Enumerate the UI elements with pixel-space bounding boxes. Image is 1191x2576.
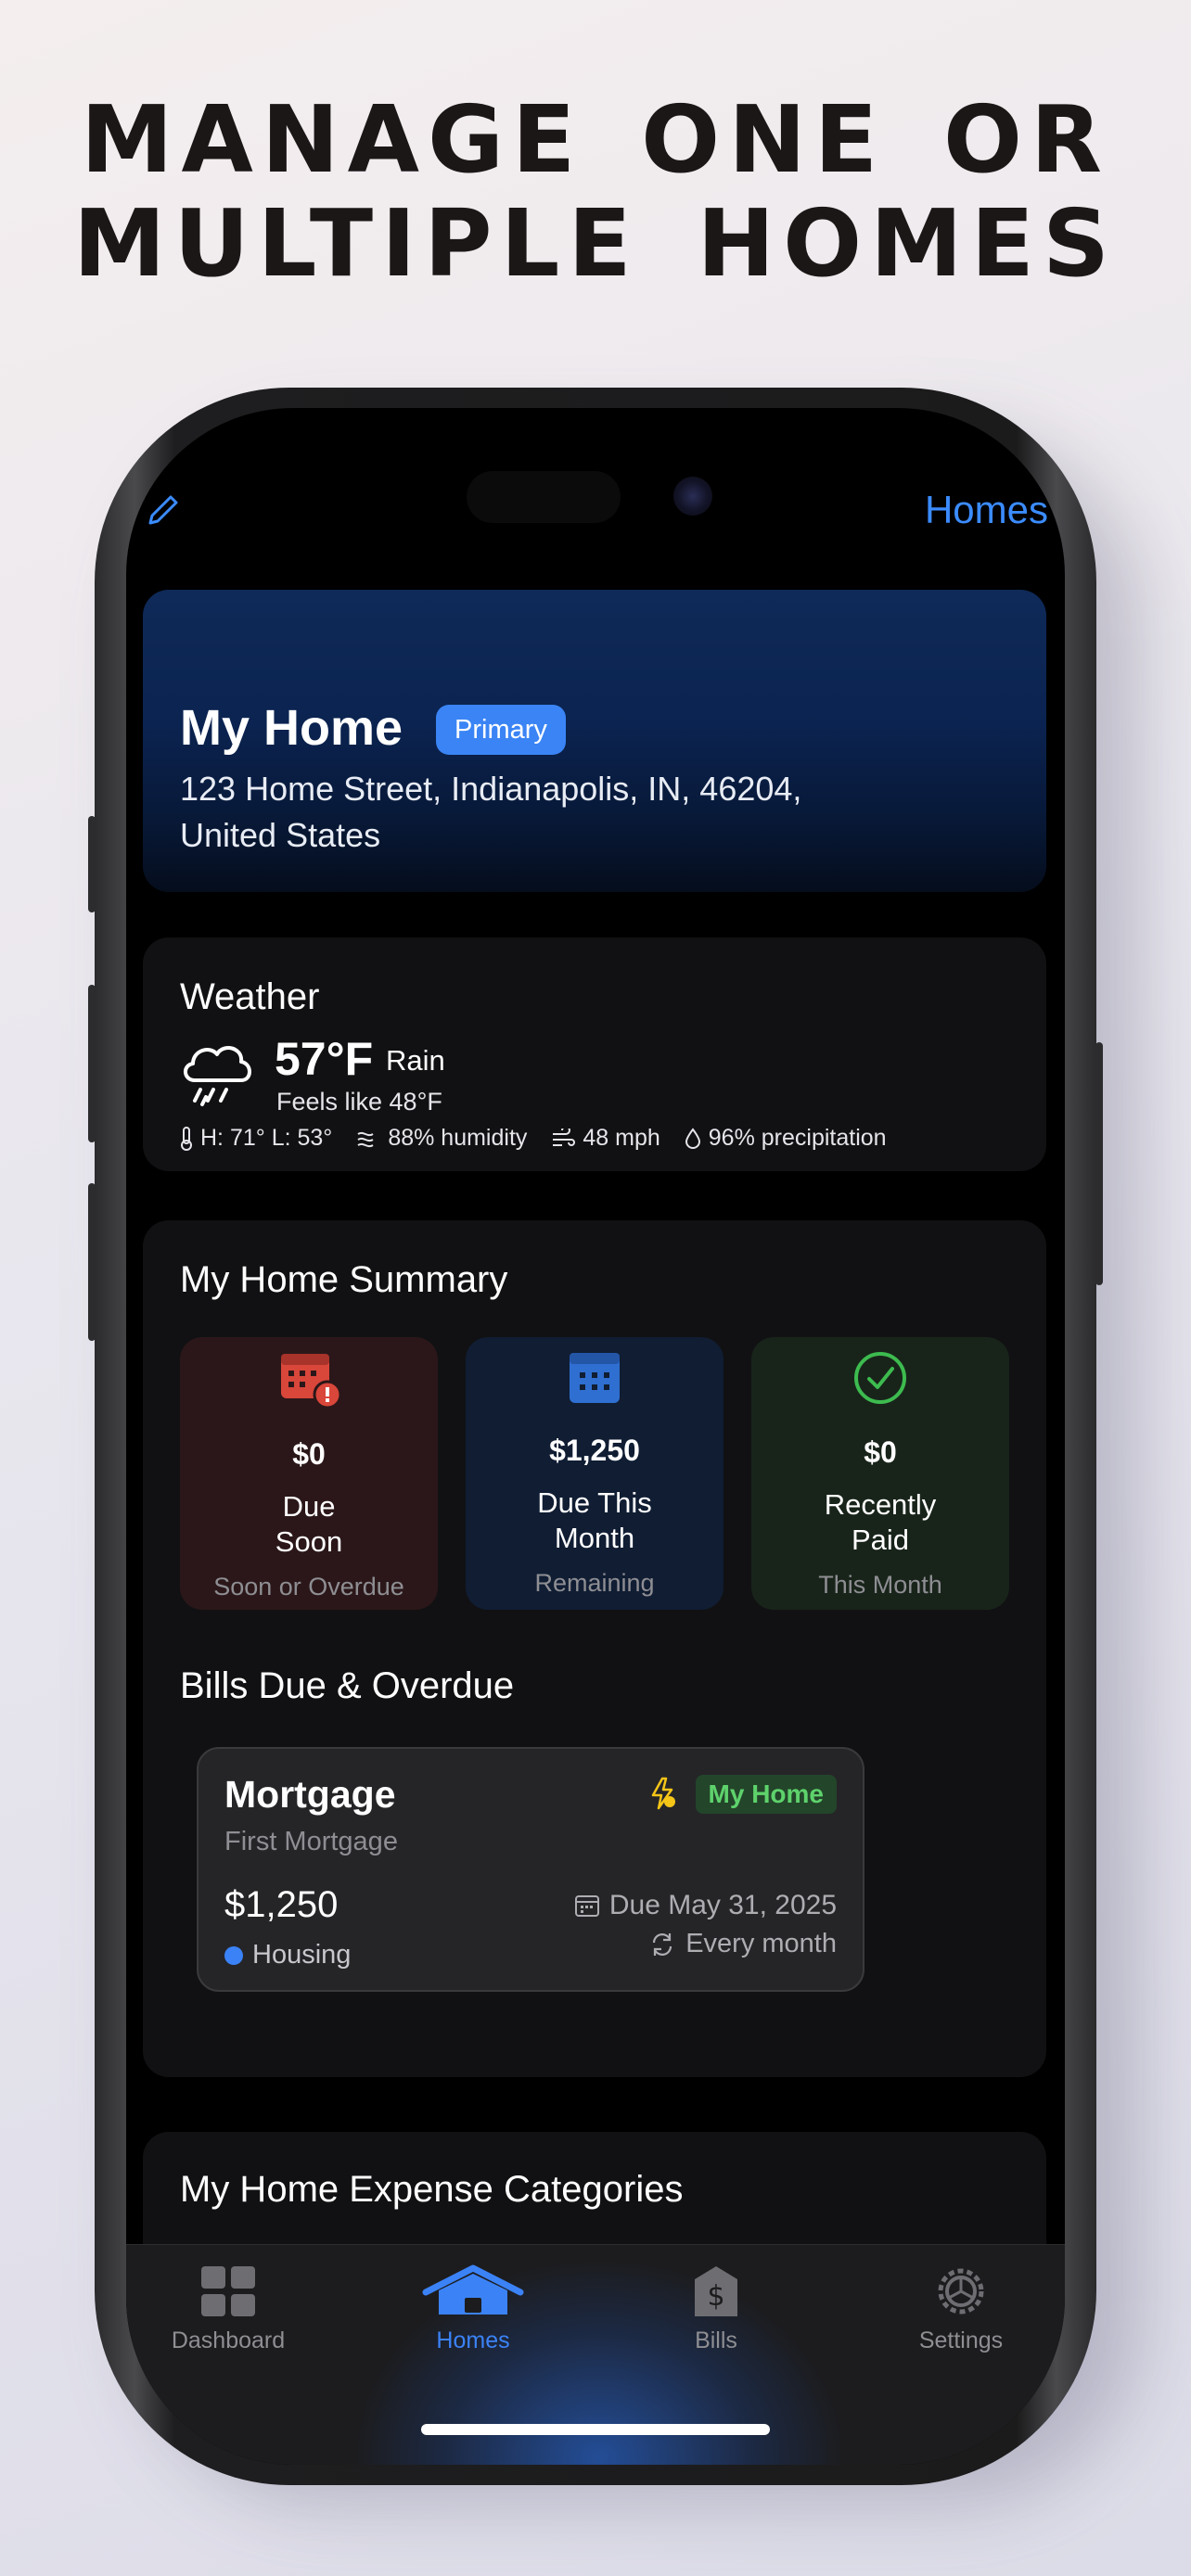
- autopay-bolt-icon: [651, 1777, 675, 1810]
- dynamic-island: [467, 471, 621, 523]
- tab-dashboard[interactable]: Dashboard: [135, 2264, 321, 2354]
- wind-icon: [553, 1128, 576, 1146]
- calendar-small-icon: [574, 1895, 599, 1917]
- recently-paid-tile[interactable]: $0 Recently Paid This Month: [751, 1337, 1009, 1610]
- weather-stats: H: 71° L: 53° 88% humidity 48 mph 96% pr…: [180, 1125, 911, 1152]
- bill-repeat: Every month: [648, 1929, 837, 1959]
- headline-line-2: MULTIPLE HOMES: [73, 189, 1118, 298]
- bill-home-tag: My Home: [695, 1775, 837, 1814]
- headline-line-1: MANAGE ONE OR: [80, 85, 1111, 194]
- due-this-month-label-2: Month: [554, 1522, 635, 1554]
- primary-badge: Primary: [436, 705, 566, 755]
- home-indicator[interactable]: [421, 2424, 770, 2435]
- bill-due-date: Due May 31, 2025: [574, 1890, 837, 1921]
- thermometer-icon: [181, 1126, 192, 1151]
- calendar-alert-icon: [281, 1354, 342, 1409]
- home-header-card[interactable]: My Home Primary 123 Home Street, Indiana…: [143, 590, 1046, 892]
- rain-cloud-icon: [184, 1046, 251, 1106]
- due-soon-tile[interactable]: $0 Due Soon Soon or Overdue: [180, 1337, 438, 1610]
- weather-hi-lo: H: 71° L: 53°: [180, 1125, 332, 1152]
- bank-icon: $: [695, 2266, 737, 2316]
- drop-icon: [685, 1127, 700, 1149]
- bill-category: Housing: [224, 1940, 351, 1970]
- tab-settings[interactable]: Settings: [868, 2264, 1054, 2354]
- due-soon-sub: Soon or Overdue: [213, 1573, 404, 1600]
- phone-screen: Homes My Home Primary 123 Home Street, I…: [126, 408, 1065, 2465]
- gear-icon: [938, 2268, 984, 2315]
- weather-temperature: 57°F: [275, 1033, 374, 1085]
- humidity-text: 88% humidity: [388, 1125, 528, 1151]
- due-this-month-label-1: Due This: [537, 1486, 652, 1519]
- bills-due-title: Bills Due & Overdue: [180, 1665, 515, 1706]
- tab-settings-label: Settings: [918, 2327, 1004, 2353]
- volume-up-button: [88, 985, 96, 1142]
- house-icon: [422, 2264, 524, 2315]
- homes-link[interactable]: Homes: [925, 488, 1048, 532]
- bill-repeat-text: Every month: [685, 1929, 837, 1958]
- weather-wind: 48 mph: [551, 1125, 660, 1152]
- bill-amount: $1,250: [224, 1884, 339, 1925]
- recently-paid-sub: This Month: [818, 1571, 942, 1599]
- volume-down-button: [88, 1183, 96, 1341]
- calendar-icon: [570, 1353, 620, 1403]
- bill-name: Mortgage: [224, 1773, 396, 1816]
- home-summary-card: My Home Summary $0 Due Soon Soon or Over…: [143, 1220, 1046, 2077]
- due-soon-label-2: Soon: [275, 1525, 343, 1558]
- weather-card: Weather 57°F Rain Feels like 48°F H: 71°…: [143, 937, 1046, 1171]
- weather-precipitation: 96% precipitation: [685, 1125, 887, 1152]
- weather-feels-like: Feels like 48°F: [276, 1088, 442, 1116]
- precipitation-text: 96% precipitation: [708, 1125, 887, 1151]
- repeat-icon: [653, 1932, 672, 1956]
- marketing-headline: MANAGE ONE OR MULTIPLE HOMES: [0, 88, 1191, 296]
- summary-title: My Home Summary: [180, 1259, 508, 1300]
- home-address: 123 Home Street, Indianapolis, IN, 46204…: [180, 770, 802, 854]
- tab-dashboard-label: Dashboard: [171, 2327, 286, 2353]
- bill-card-mortgage[interactable]: Mortgage First Mortgage My Home $1,250 H…: [197, 1747, 864, 1992]
- power-button: [1095, 1042, 1103, 1285]
- expense-title: My Home Expense Categories: [180, 2169, 684, 2210]
- recently-paid-label-2: Paid: [851, 1524, 910, 1556]
- humidity-icon: [357, 1131, 374, 1147]
- grid-icon: [201, 2266, 255, 2316]
- tab-bills-label: Bills: [695, 2327, 737, 2353]
- home-name: My Home: [180, 700, 403, 756]
- bill-subtitle: First Mortgage: [224, 1827, 398, 1856]
- svg-text:$: $: [707, 2280, 724, 2313]
- due-soon-amount: $0: [292, 1437, 326, 1471]
- hi-lo-text: H: 71° L: 53°: [200, 1125, 333, 1151]
- tab-bills[interactable]: $ Bills: [623, 2264, 809, 2354]
- weather-title: Weather: [180, 976, 320, 1017]
- recently-paid-label-1: Recently: [824, 1488, 937, 1521]
- category-dot: [224, 1945, 243, 1965]
- camera-lens: [673, 477, 712, 516]
- bill-due-text: Due May 31, 2025: [608, 1890, 837, 1920]
- due-soon-label-1: Due: [282, 1490, 336, 1523]
- weather-condition: Rain: [386, 1044, 445, 1077]
- bill-category-label: Housing: [252, 1940, 352, 1970]
- due-this-month-sub: Remaining: [534, 1569, 655, 1597]
- due-this-month-amount: $1,250: [549, 1434, 640, 1467]
- pencil-icon[interactable]: [143, 490, 184, 530]
- tab-homes-label: Homes: [436, 2327, 510, 2353]
- weather-humidity: 88% humidity: [356, 1125, 527, 1152]
- action-button: [88, 816, 96, 912]
- due-this-month-tile[interactable]: $1,250 Due This Month Remaining: [466, 1337, 724, 1610]
- check-circle-icon: [854, 1352, 906, 1404]
- tab-homes[interactable]: Homes: [380, 2264, 566, 2354]
- wind-text: 48 mph: [583, 1125, 660, 1151]
- recently-paid-amount: $0: [864, 1435, 897, 1469]
